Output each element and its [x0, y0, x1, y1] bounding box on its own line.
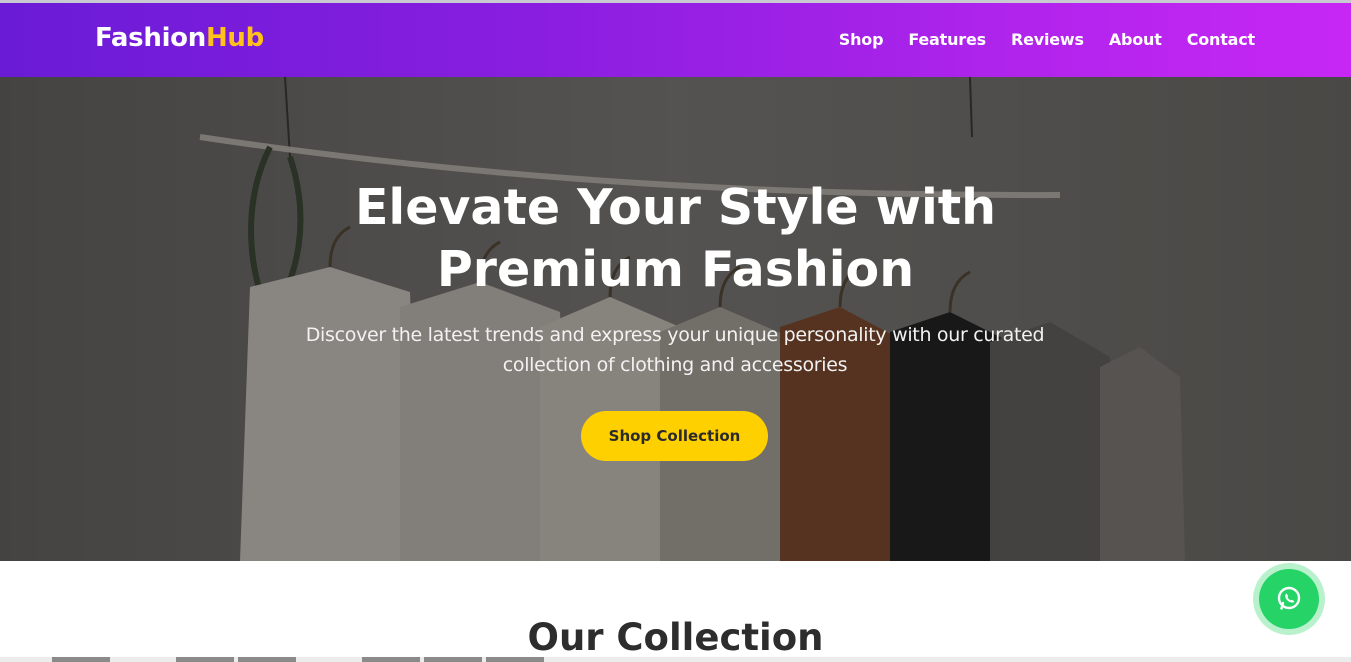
nav-link-about[interactable]: About — [1109, 30, 1162, 49]
collection-heading: Our Collection — [527, 616, 824, 659]
nav-link-shop[interactable]: Shop — [839, 30, 884, 49]
nav-link-features[interactable]: Features — [908, 30, 986, 49]
hero-subtitle: Discover the latest trends and express y… — [305, 324, 1045, 376]
hero-title-line-1: Elevate Your Style with — [354, 179, 997, 236]
main-nav: Shop Features Reviews About Contact — [839, 30, 1255, 49]
brand-logo-part2: Hub — [205, 23, 264, 53]
brand-logo-part1: Fashion — [95, 23, 206, 53]
whatsapp-button-inner — [1259, 569, 1319, 629]
shop-collection-button[interactable]: Shop Collection — [581, 411, 768, 461]
whatsapp-button[interactable] — [1253, 563, 1325, 635]
hero-section: Elevate Your Style with Premium Fashion … — [0, 77, 1351, 561]
hero-overlay — [0, 77, 1351, 561]
whatsapp-icon — [1277, 586, 1301, 610]
brand-logo[interactable]: FashionHub — [95, 23, 264, 53]
hero-title-line-2: Premium Fashion — [436, 241, 915, 298]
nav-link-contact[interactable]: Contact — [1187, 30, 1256, 49]
hero-title: Elevate Your Style with Premium Fashion — [0, 177, 1351, 301]
collection-preview-strip — [0, 657, 1351, 662]
nav-link-reviews[interactable]: Reviews — [1011, 30, 1084, 49]
navbar: FashionHub Shop Features Reviews About C… — [0, 3, 1351, 77]
